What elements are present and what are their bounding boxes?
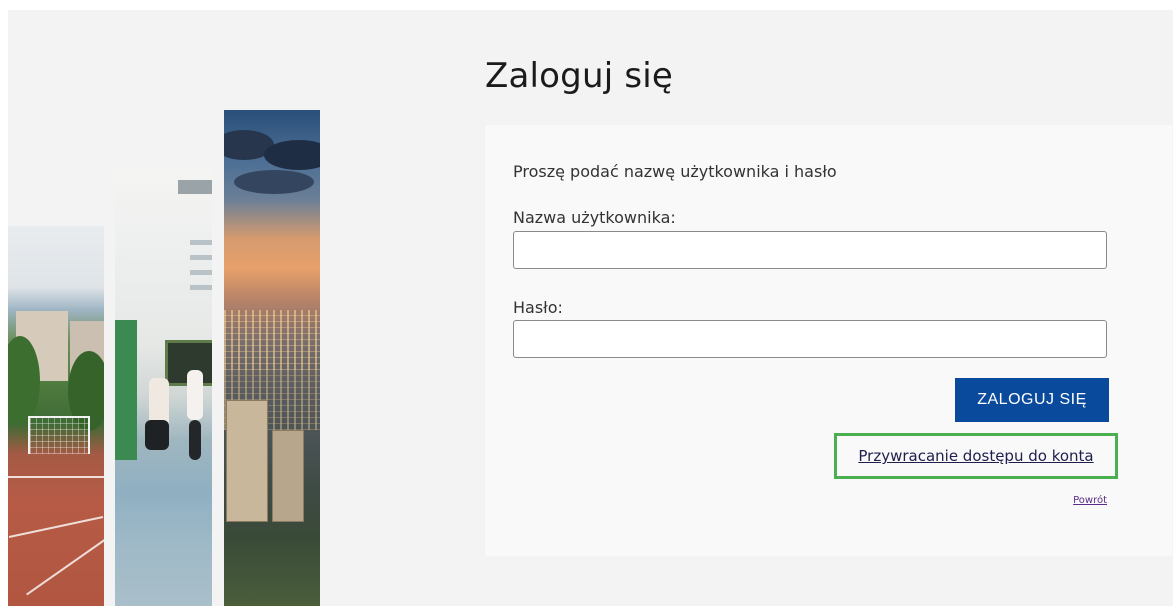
back-link[interactable]: Powrót bbox=[1073, 495, 1107, 506]
recover-access-highlight: Przywracanie dostępu do konta bbox=[834, 433, 1118, 479]
username-input[interactable] bbox=[513, 231, 1107, 269]
recover-access-link[interactable]: Przywracanie dostępu do konta bbox=[858, 447, 1093, 465]
password-label: Hasło: bbox=[513, 298, 563, 317]
password-input[interactable] bbox=[513, 320, 1107, 358]
school-corridor-photo bbox=[115, 170, 212, 606]
login-instruction: Proszę podać nazwę użytkownika i hasło bbox=[513, 162, 837, 181]
sports-field-photo bbox=[8, 226, 104, 606]
username-label: Nazwa użytkownika: bbox=[513, 208, 676, 227]
page-title: Zaloguj się bbox=[485, 56, 674, 96]
city-panorama-photo bbox=[224, 110, 320, 606]
login-button[interactable]: ZALOGUJ SIĘ bbox=[955, 378, 1109, 422]
login-form: Proszę podać nazwę użytkownika i hasło N… bbox=[485, 125, 1172, 556]
page: Zaloguj się Proszę podać nazwę użytkowni… bbox=[8, 10, 1173, 606]
